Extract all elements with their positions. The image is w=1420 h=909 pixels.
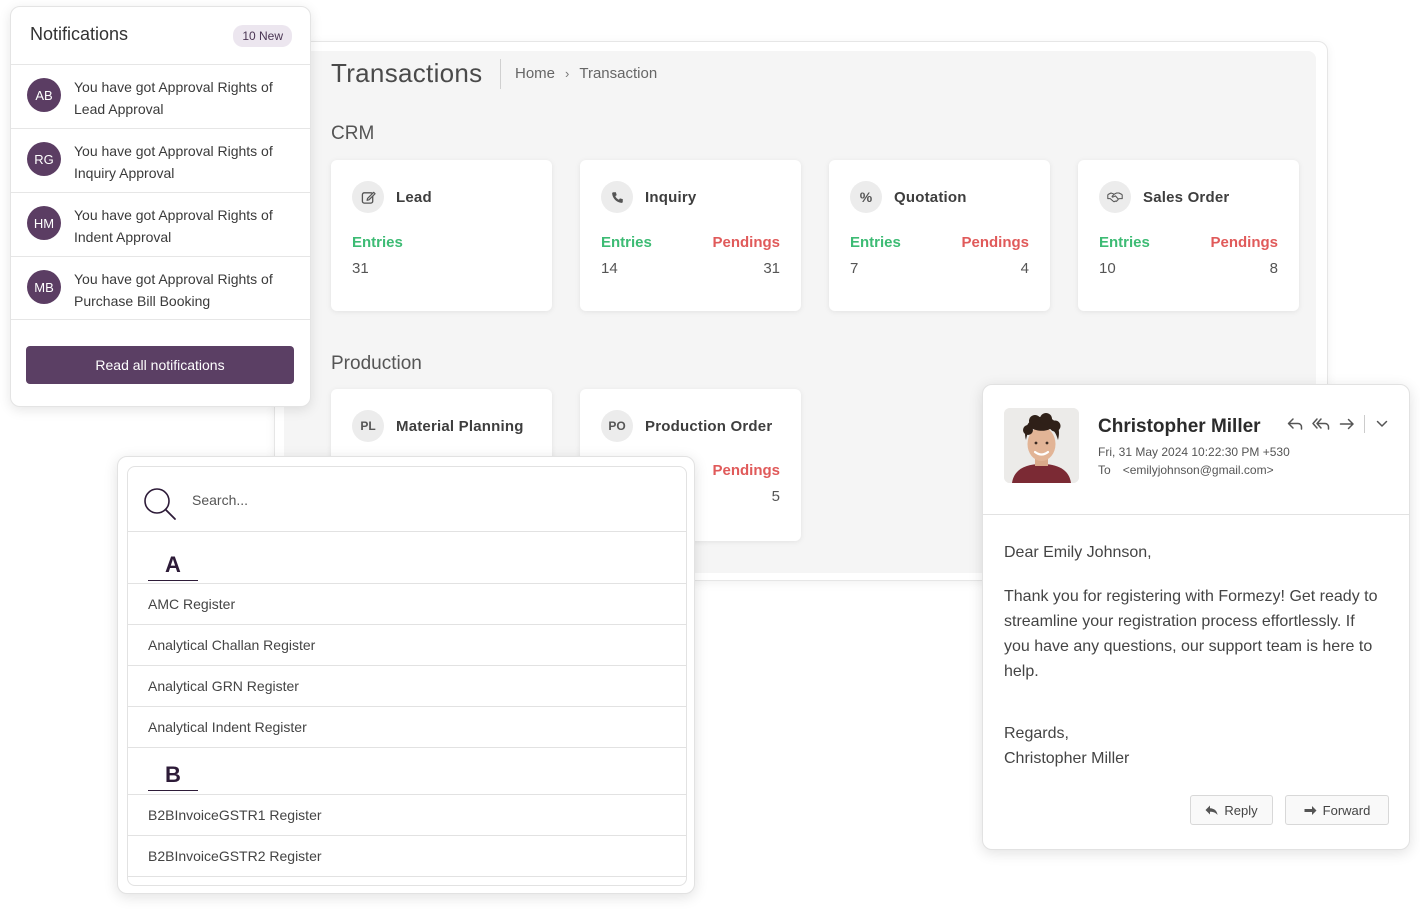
search-input[interactable] [192,489,652,511]
email-header: Christopher Miller Fri, 31 May 2024 10:2… [983,385,1409,515]
list-item[interactable]: B2BInvoiceGSTR1 Register [128,795,686,836]
entries-label: Entries [1099,234,1150,251]
to-label: To [1098,463,1111,477]
action-divider [1364,415,1365,433]
email-preview: Christopher Miller Fri, 31 May 2024 10:2… [982,384,1410,850]
sender-name: Christopher Miller [1098,416,1261,437]
email-date: Fri, 31 May 2024 10:22:30 PM +530 [1098,445,1290,459]
group-header-a: A [128,532,686,584]
notifications-panel: Notifications 10 New AB You have got App… [10,6,311,407]
reply-button[interactable]: Reply [1190,795,1273,825]
percent-icon: % [850,181,882,213]
page-title: Transactions [331,58,483,88]
section-title-crm: CRM [331,123,375,144]
title-divider [500,59,501,89]
register-search-panel: A AMC Register Analytical Challan Regist… [117,456,695,894]
list-item[interactable]: B2BInvoiceGSTR2 Register [128,836,686,877]
entries-label: Entries [850,234,901,251]
notifications-title: Notifications [30,24,129,44]
notification-item[interactable]: MB You have got Approval Rights of Purch… [11,256,310,320]
sender-avatar [1004,408,1079,483]
breadcrumb: Home › Transaction [515,65,657,82]
pendings-value: 8 [1269,260,1278,277]
avatar: AB [27,78,61,112]
notification-text: You have got Approval Rights of Indent A… [74,207,273,245]
email-greeting: Dear Emily Johnson, [1004,544,1152,561]
avatar: HM [27,206,61,240]
pendings-value: 31 [763,260,780,277]
pendings-value: 5 [771,488,780,505]
breadcrumb-home[interactable]: Home [515,65,555,82]
notification-text: You have got Approval Rights of Lead App… [74,79,273,117]
forward-icon[interactable] [1338,415,1356,433]
card-quotation[interactable]: % Quotation Entries Pendings 7 4 [829,160,1050,311]
avatar: RG [27,142,61,176]
entries-value: 14 [601,260,618,277]
reply-arrow-icon [1205,805,1218,815]
forward-button[interactable]: Forward [1285,795,1389,825]
notification-item[interactable]: RG You have got Approval Rights of Inqui… [11,128,310,192]
forward-button-label: Forward [1322,802,1371,818]
entries-label: Entries [601,234,652,251]
entries-value: 7 [850,260,859,277]
handshake-icon [1099,181,1131,213]
email-recipient: To <emilyjohnson@gmail.com> [1098,463,1274,477]
edit-icon [352,181,384,213]
list-item[interactable]: AMC Register [128,584,686,625]
email-body: Dear Emily Johnson, Thank you for regist… [1004,540,1384,771]
entries-value: 31 [352,260,369,277]
card-title: Production Order [645,417,773,435]
notifications-count-badge: 10 New [233,25,292,47]
notification-item[interactable]: AB You have got Approval Rights of Lead … [11,64,310,128]
section-title-production: Production [331,353,422,374]
pendings-label: Pendings [712,462,780,479]
list-item[interactable]: Analytical GRN Register [128,666,686,707]
email-message: Thank you for registering with Formezy! … [1004,588,1378,680]
notification-text: You have got Approval Rights of Inquiry … [74,143,273,181]
card-title: Sales Order [1143,188,1230,206]
card-title: Lead [396,188,432,206]
card-lead[interactable]: Lead Entries 31 [331,160,552,311]
group-letter: A [148,552,198,581]
card-title: Inquiry [645,188,697,206]
forward-arrow-icon [1304,805,1317,815]
pendings-label: Pendings [961,234,1029,251]
entries-value: 10 [1099,260,1116,277]
notification-text: You have got Approval Rights of Purchase… [74,271,273,309]
breadcrumb-chevron-icon: › [565,66,570,81]
card-inquiry[interactable]: Inquiry Entries Pendings 14 31 [580,160,801,311]
avatar: MB [27,270,61,304]
card-title: Quotation [894,188,967,206]
recipient-address: <emilyjohnson@gmail.com> [1122,463,1274,477]
chevron-down-icon[interactable] [1373,415,1391,433]
phone-icon [601,181,633,213]
search-icon [144,488,176,520]
list-item[interactable]: Analytical Challan Register [128,625,686,666]
material-planning-badge-icon: PL [352,410,384,442]
search-bar [128,467,686,532]
pendings-label: Pendings [1210,234,1278,251]
card-title: Material Planning [396,417,524,435]
breadcrumb-current: Transaction [579,65,658,82]
reply-all-icon[interactable] [1312,415,1330,433]
email-action-bar [1286,415,1391,433]
production-order-badge-icon: PO [601,410,633,442]
reply-button-label: Reply [1224,802,1258,818]
list-item[interactable]: Analytical Indent Register [128,707,686,748]
pendings-value: 4 [1020,260,1029,277]
read-all-notifications-button[interactable]: Read all notifications [26,346,294,384]
email-regards: Regards, [1004,725,1069,742]
notification-item[interactable]: HM You have got Approval Rights of Inden… [11,192,310,256]
entries-label: Entries [352,234,403,251]
group-header-b: B [128,748,686,795]
reply-icon[interactable] [1286,415,1304,433]
pendings-label: Pendings [712,234,780,251]
card-sales-order[interactable]: Sales Order Entries Pendings 10 8 [1078,160,1299,311]
group-letter: B [148,762,198,791]
email-signature: Christopher Miller [1004,750,1130,767]
